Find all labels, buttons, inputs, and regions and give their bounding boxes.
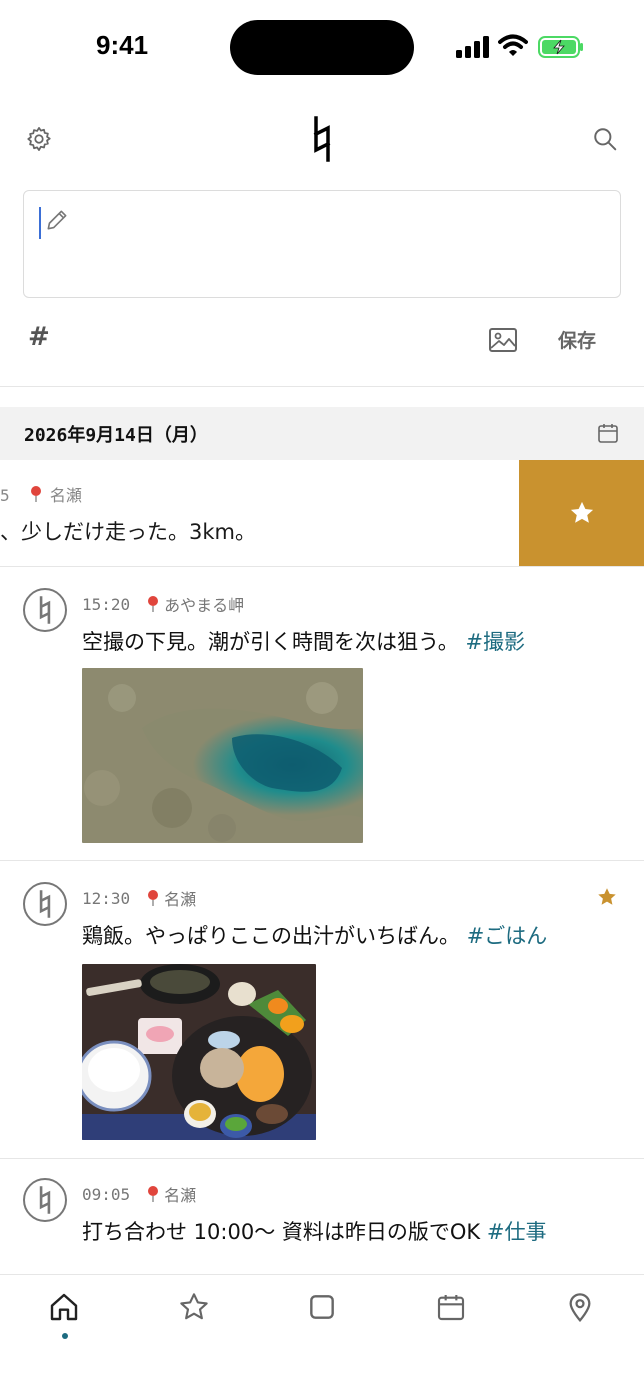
- entry-body: 鶏飯。やっぱりここの出汁がいちばん。: [82, 924, 460, 948]
- entry-meta: 5 名瀬: [0, 482, 82, 506]
- entry-text: 打ち合わせ 10:00〜 資料は昨日の版でOK #仕事: [82, 1216, 546, 1246]
- pencil-icon: [47, 210, 67, 230]
- status-bar: 9:41: [0, 0, 644, 96]
- entry-photo[interactable]: [82, 964, 316, 1140]
- search-icon: [594, 128, 617, 151]
- calendar-icon[interactable]: [596, 421, 620, 445]
- entry-meta: 09:05 名瀬: [82, 1182, 196, 1206]
- timeline-entry[interactable]: 15:20 あやまる岬 空撮の下見。潮が引く時間を次は狙う。 #撮影: [0, 588, 644, 860]
- tab-bar: [0, 1274, 644, 1400]
- entry-photo[interactable]: [82, 668, 363, 843]
- star-icon[interactable]: [178, 1291, 210, 1323]
- timeline-entry[interactable]: 09:05 名瀬 打ち合わせ 10:00〜 資料は昨日の版でOK #仕事: [0, 1178, 644, 1270]
- entry-text: 空撮の下見。潮が引く時間を次は狙う。 #撮影: [82, 626, 525, 656]
- battery-charging-icon: [538, 36, 583, 58]
- search-button[interactable]: [588, 122, 622, 156]
- date-label: 2026年9月14日（月）: [24, 425, 208, 446]
- location-pin-icon: [30, 486, 41, 502]
- entry-location: 名瀬: [164, 1186, 197, 1205]
- app-logo-icon: [39, 1186, 51, 1214]
- dynamic-island: [230, 20, 414, 75]
- image-icon[interactable]: [488, 326, 518, 354]
- divider: [0, 566, 644, 567]
- favorite-action-button[interactable]: [519, 460, 644, 566]
- entry-location: 名瀬: [49, 486, 82, 505]
- entry-location: あやまる岬: [164, 596, 245, 615]
- entry-body: 打ち合わせ 10:00〜 資料は昨日の版でOK: [82, 1220, 481, 1244]
- calendar-icon[interactable]: [435, 1291, 467, 1323]
- text-caret: [39, 207, 41, 239]
- settings-button[interactable]: [22, 122, 56, 156]
- entry-location: 名瀬: [164, 890, 197, 909]
- divider: [0, 386, 644, 387]
- save-button[interactable]: 保存: [558, 326, 596, 353]
- entry-time: 12:30: [82, 888, 131, 908]
- tag-button[interactable]: #: [28, 322, 50, 352]
- app-logo-icon: [39, 596, 51, 624]
- square-icon[interactable]: [306, 1291, 338, 1323]
- avatar: [23, 588, 67, 632]
- wifi-icon: [498, 34, 528, 56]
- composer-toolbar: # 保存: [0, 318, 644, 362]
- location-pin-icon[interactable]: [564, 1291, 596, 1323]
- timeline-entry[interactable]: 12:30 名瀬 鶏飯。やっぱりここの出汁がいちばん。 #ごはん: [0, 882, 644, 1156]
- star-icon[interactable]: [596, 886, 618, 908]
- app-header: [0, 110, 644, 172]
- divider: [0, 1158, 644, 1159]
- divider: [0, 860, 644, 861]
- cellular-signal-icon: [456, 36, 489, 58]
- date-header: 2026年9月14日（月）: [0, 407, 644, 460]
- avatar: [23, 882, 67, 926]
- entry-text: 、少しだけ走った。3km。: [0, 520, 256, 544]
- star-icon: [570, 501, 593, 523]
- app-logo-icon: [39, 890, 51, 918]
- hashtag-link[interactable]: #ごはん: [467, 924, 548, 948]
- entry-time: 5: [0, 486, 10, 505]
- entry-meta: 12:30 名瀬: [82, 886, 196, 910]
- app-logo-icon: [313, 116, 331, 162]
- active-tab-indicator: [62, 1333, 68, 1339]
- gear-icon: [27, 127, 51, 151]
- entry-meta: 15:20 あやまる岬: [82, 592, 244, 616]
- home-icon[interactable]: [48, 1291, 80, 1323]
- hashtag-link[interactable]: #仕事: [487, 1220, 547, 1244]
- swiped-entry[interactable]: 5 名瀬 、少しだけ走った。3km。: [0, 460, 644, 566]
- entry-body: 空撮の下見。潮が引く時間を次は狙う。: [82, 630, 459, 654]
- entry-time: 15:20: [82, 594, 131, 614]
- avatar: [23, 1178, 67, 1222]
- entry-time: 09:05: [82, 1184, 131, 1204]
- entry-text: 鶏飯。やっぱりここの出汁がいちばん。 #ごはん: [82, 920, 547, 950]
- memo-input[interactable]: [23, 190, 621, 298]
- location-pin-icon: [148, 890, 159, 906]
- status-time: 9:41: [96, 30, 149, 60]
- location-pin-icon: [148, 1186, 159, 1202]
- location-pin-icon: [148, 596, 159, 612]
- hashtag-link[interactable]: #撮影: [465, 630, 525, 654]
